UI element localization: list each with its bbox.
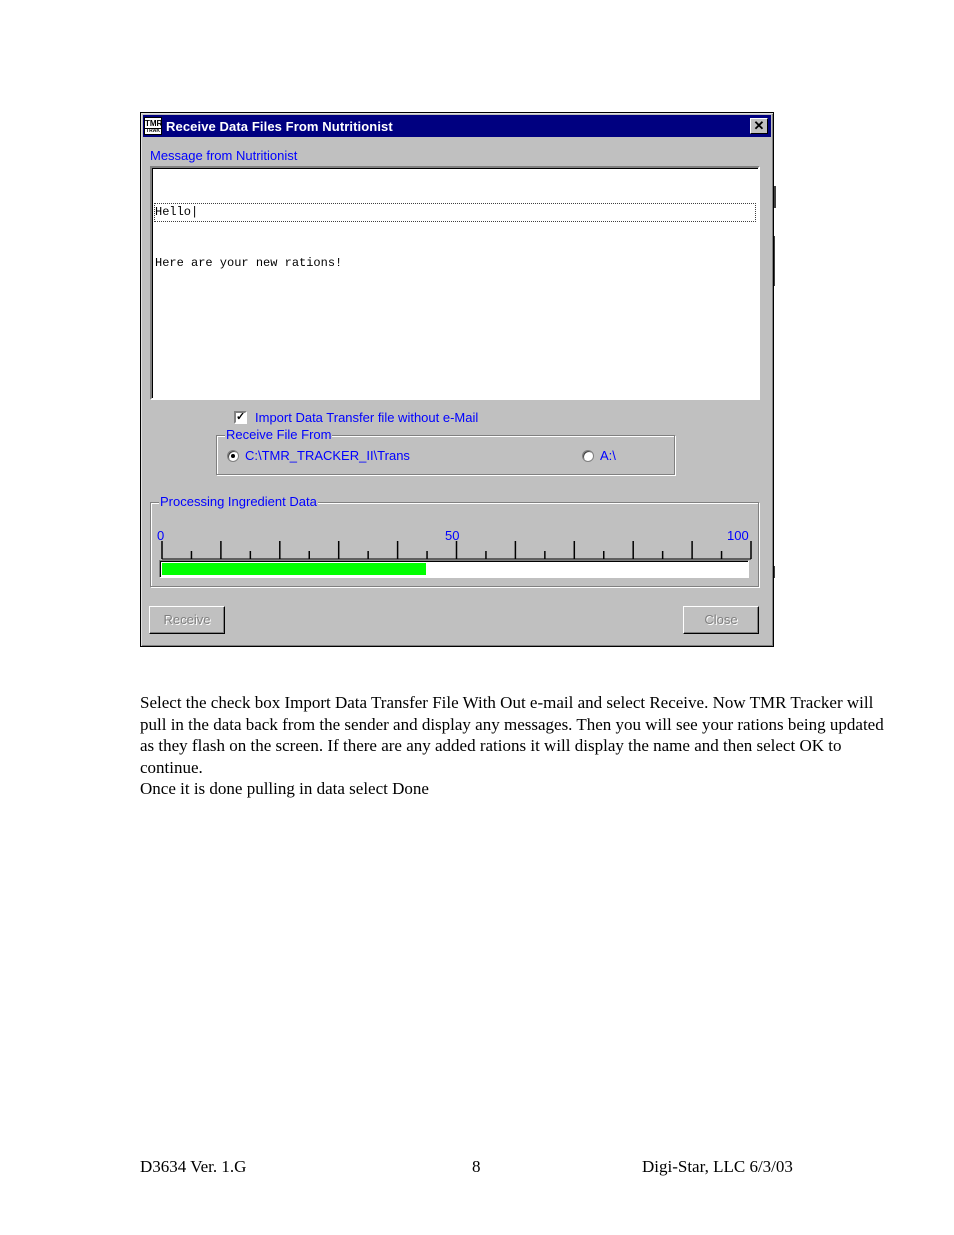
import-without-email-option[interactable]: ✓ Import Data Transfer file without e-Ma… — [234, 410, 478, 425]
background-window-edge — [774, 186, 776, 208]
radio-option-a-drive[interactable]: A:\ — [582, 448, 616, 463]
message-label: Message from Nutritionist — [150, 148, 298, 163]
close-icon[interactable]: ✕ — [750, 118, 768, 134]
progress-fill — [162, 563, 426, 575]
radio-option-trans-folder[interactable]: C:\TMR_TRACKER_II\Trans — [227, 448, 410, 463]
a-drive-label: A:\ — [600, 448, 616, 463]
footer-document-id: D3634 Ver. 1.G — [140, 1157, 247, 1176]
receive-file-from-legend: Receive File From — [225, 427, 333, 442]
message-line: Hello| — [154, 203, 756, 222]
import-without-email-checkbox[interactable]: ✓ — [234, 411, 247, 424]
instructions-paragraph: Select the check box Import Data Transfe… — [140, 693, 884, 777]
message-line: Here are your new rations! — [155, 256, 343, 270]
background-window-edge — [774, 236, 775, 286]
tmr-app-icon: TMR TRAK — [144, 117, 163, 135]
radio-button[interactable] — [582, 449, 594, 462]
instructions-final-line: Once it is done pulling in data select D… — [140, 779, 429, 798]
radio-button-selected[interactable] — [227, 449, 239, 462]
processing-group: Processing Ingredient Data 0 50 100 — [150, 494, 759, 587]
receive-file-from-group: Receive File From C:\TMR_TRACKER_II\Tran… — [216, 427, 675, 475]
progress-tick-scale — [161, 541, 752, 560]
import-without-email-label: Import Data Transfer file without e-Mail — [255, 410, 479, 425]
dialog-title: Receive Data Files From Nutritionist — [166, 118, 393, 134]
progress-bar — [159, 560, 749, 578]
receive-button[interactable]: Receive — [149, 606, 225, 634]
receive-data-dialog: TMR TRAK Receive Data Files From Nutriti… — [140, 112, 774, 647]
processing-legend: Processing Ingredient Data — [159, 494, 318, 509]
footer-page-number: 8 — [472, 1157, 481, 1176]
background-window-edge — [774, 566, 775, 578]
footer-company-date: Digi-Star, LLC 6/3/03 — [642, 1157, 793, 1176]
dialog-title-bar[interactable]: TMR TRAK Receive Data Files From Nutriti… — [143, 115, 771, 137]
trans-folder-label: C:\TMR_TRACKER_II\Trans — [245, 448, 410, 463]
close-button[interactable]: Close — [683, 606, 759, 634]
message-textarea[interactable]: Hello| Here are your new rations! — [150, 166, 760, 400]
instructions-text: Select the check box Import Data Transfe… — [140, 692, 900, 800]
